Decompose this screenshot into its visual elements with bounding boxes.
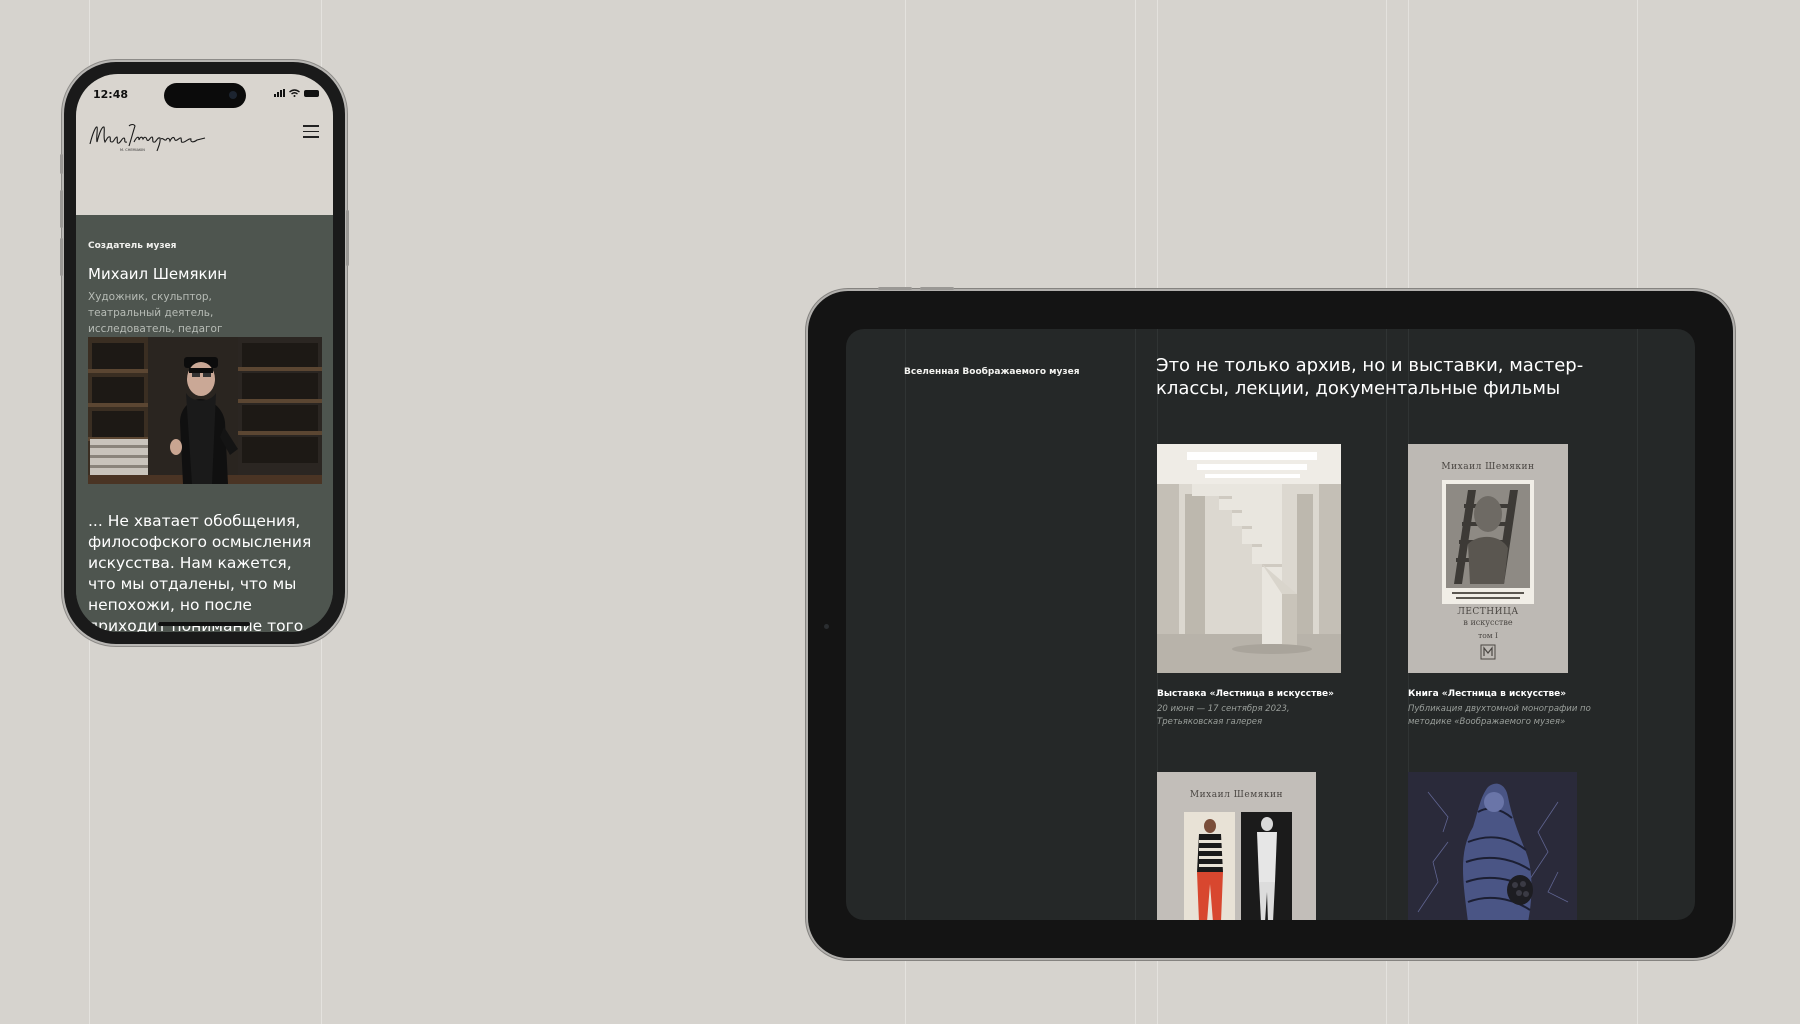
phone-mockup: 12:48 M. CHEMIAKIN Создатель музея Михаи… xyxy=(60,62,349,644)
creator-photo[interactable] xyxy=(88,337,322,484)
card-exhibition-title[interactable]: Выставка «Лестница в искусстве» xyxy=(1157,689,1334,699)
book-cover-volume: том I xyxy=(1478,631,1498,640)
section-title: Это не только архив, но и выставки, маст… xyxy=(1156,355,1584,399)
tablet-top-button xyxy=(878,287,912,290)
tablet-mockup: Вселенная Воображаемого музея Это не тол… xyxy=(808,287,1733,958)
tablet-gridline xyxy=(1386,329,1387,920)
status-time: 12:48 xyxy=(93,88,129,101)
tablet-gridline xyxy=(1637,329,1638,920)
book-cover-title: ЛЕСТНИЦА xyxy=(1457,607,1519,617)
dynamic-island xyxy=(164,83,246,108)
front-camera-icon xyxy=(229,91,237,99)
tablet-top-button xyxy=(920,287,954,290)
phone-action-button xyxy=(60,154,63,174)
phone-screen: 12:48 M. CHEMIAKIN Создатель музея Михаи… xyxy=(76,74,333,632)
phone-header: 12:48 M. CHEMIAKIN xyxy=(76,74,333,215)
book-two-cover-image[interactable]: Михаил Шемякин xyxy=(1157,772,1316,920)
card-book-subtitle: Публикация двухтомной монографии по мето… xyxy=(1408,704,1591,727)
phone-volume-down-button xyxy=(60,238,63,276)
book-cover-subtitle: в искусстве xyxy=(1463,618,1513,627)
wifi-icon xyxy=(289,89,300,97)
cellular-signal-icon xyxy=(274,89,285,97)
book-cover-author: Михаил Шемякин xyxy=(1441,462,1535,472)
section-label: Вселенная Воображаемого музея xyxy=(904,367,1080,377)
card-exhibition-subtitle: 20 июня — 17 сентября 2023, Третьяковска… xyxy=(1157,704,1290,727)
tablet-screen: Вселенная Воображаемого музея Это не тол… xyxy=(846,329,1695,920)
tablet-camera-icon xyxy=(824,624,829,629)
card-book-title[interactable]: Книга «Лестница в искусстве» xyxy=(1408,689,1566,699)
tablet-gridline xyxy=(1135,329,1136,920)
creator-label: Создатель музея xyxy=(88,241,177,251)
phone-content: Создатель музея Михаил Шемякин Художник,… xyxy=(76,215,333,632)
creator-description: Художник, скульптор, театральный деятель… xyxy=(88,291,223,335)
battery-icon xyxy=(304,89,319,97)
creator-name: Михаил Шемякин xyxy=(88,265,228,283)
phone-power-button xyxy=(346,210,349,266)
home-indicator[interactable] xyxy=(158,622,250,626)
logo-small-caption: M. CHEMIAKIN xyxy=(120,148,145,152)
status-icons xyxy=(274,89,319,97)
book-cover-image[interactable]: Михаил Шемякин ЛЕСТНИЦА в искусстве том … xyxy=(1408,444,1568,673)
phone-volume-up-button xyxy=(60,190,63,228)
tablet-gridline xyxy=(905,329,906,920)
musee-imaginaire-logo-icon[interactable]: M. CHEMIAKIN xyxy=(87,118,207,154)
creator-quote: ... Не хватает обобщения, философского о… xyxy=(88,512,312,632)
hamburger-menu-icon[interactable] xyxy=(303,125,319,139)
publisher-logo-icon xyxy=(1480,644,1496,660)
exhibition-staircase-image[interactable] xyxy=(1157,444,1341,673)
artwork-image[interactable] xyxy=(1408,772,1577,920)
